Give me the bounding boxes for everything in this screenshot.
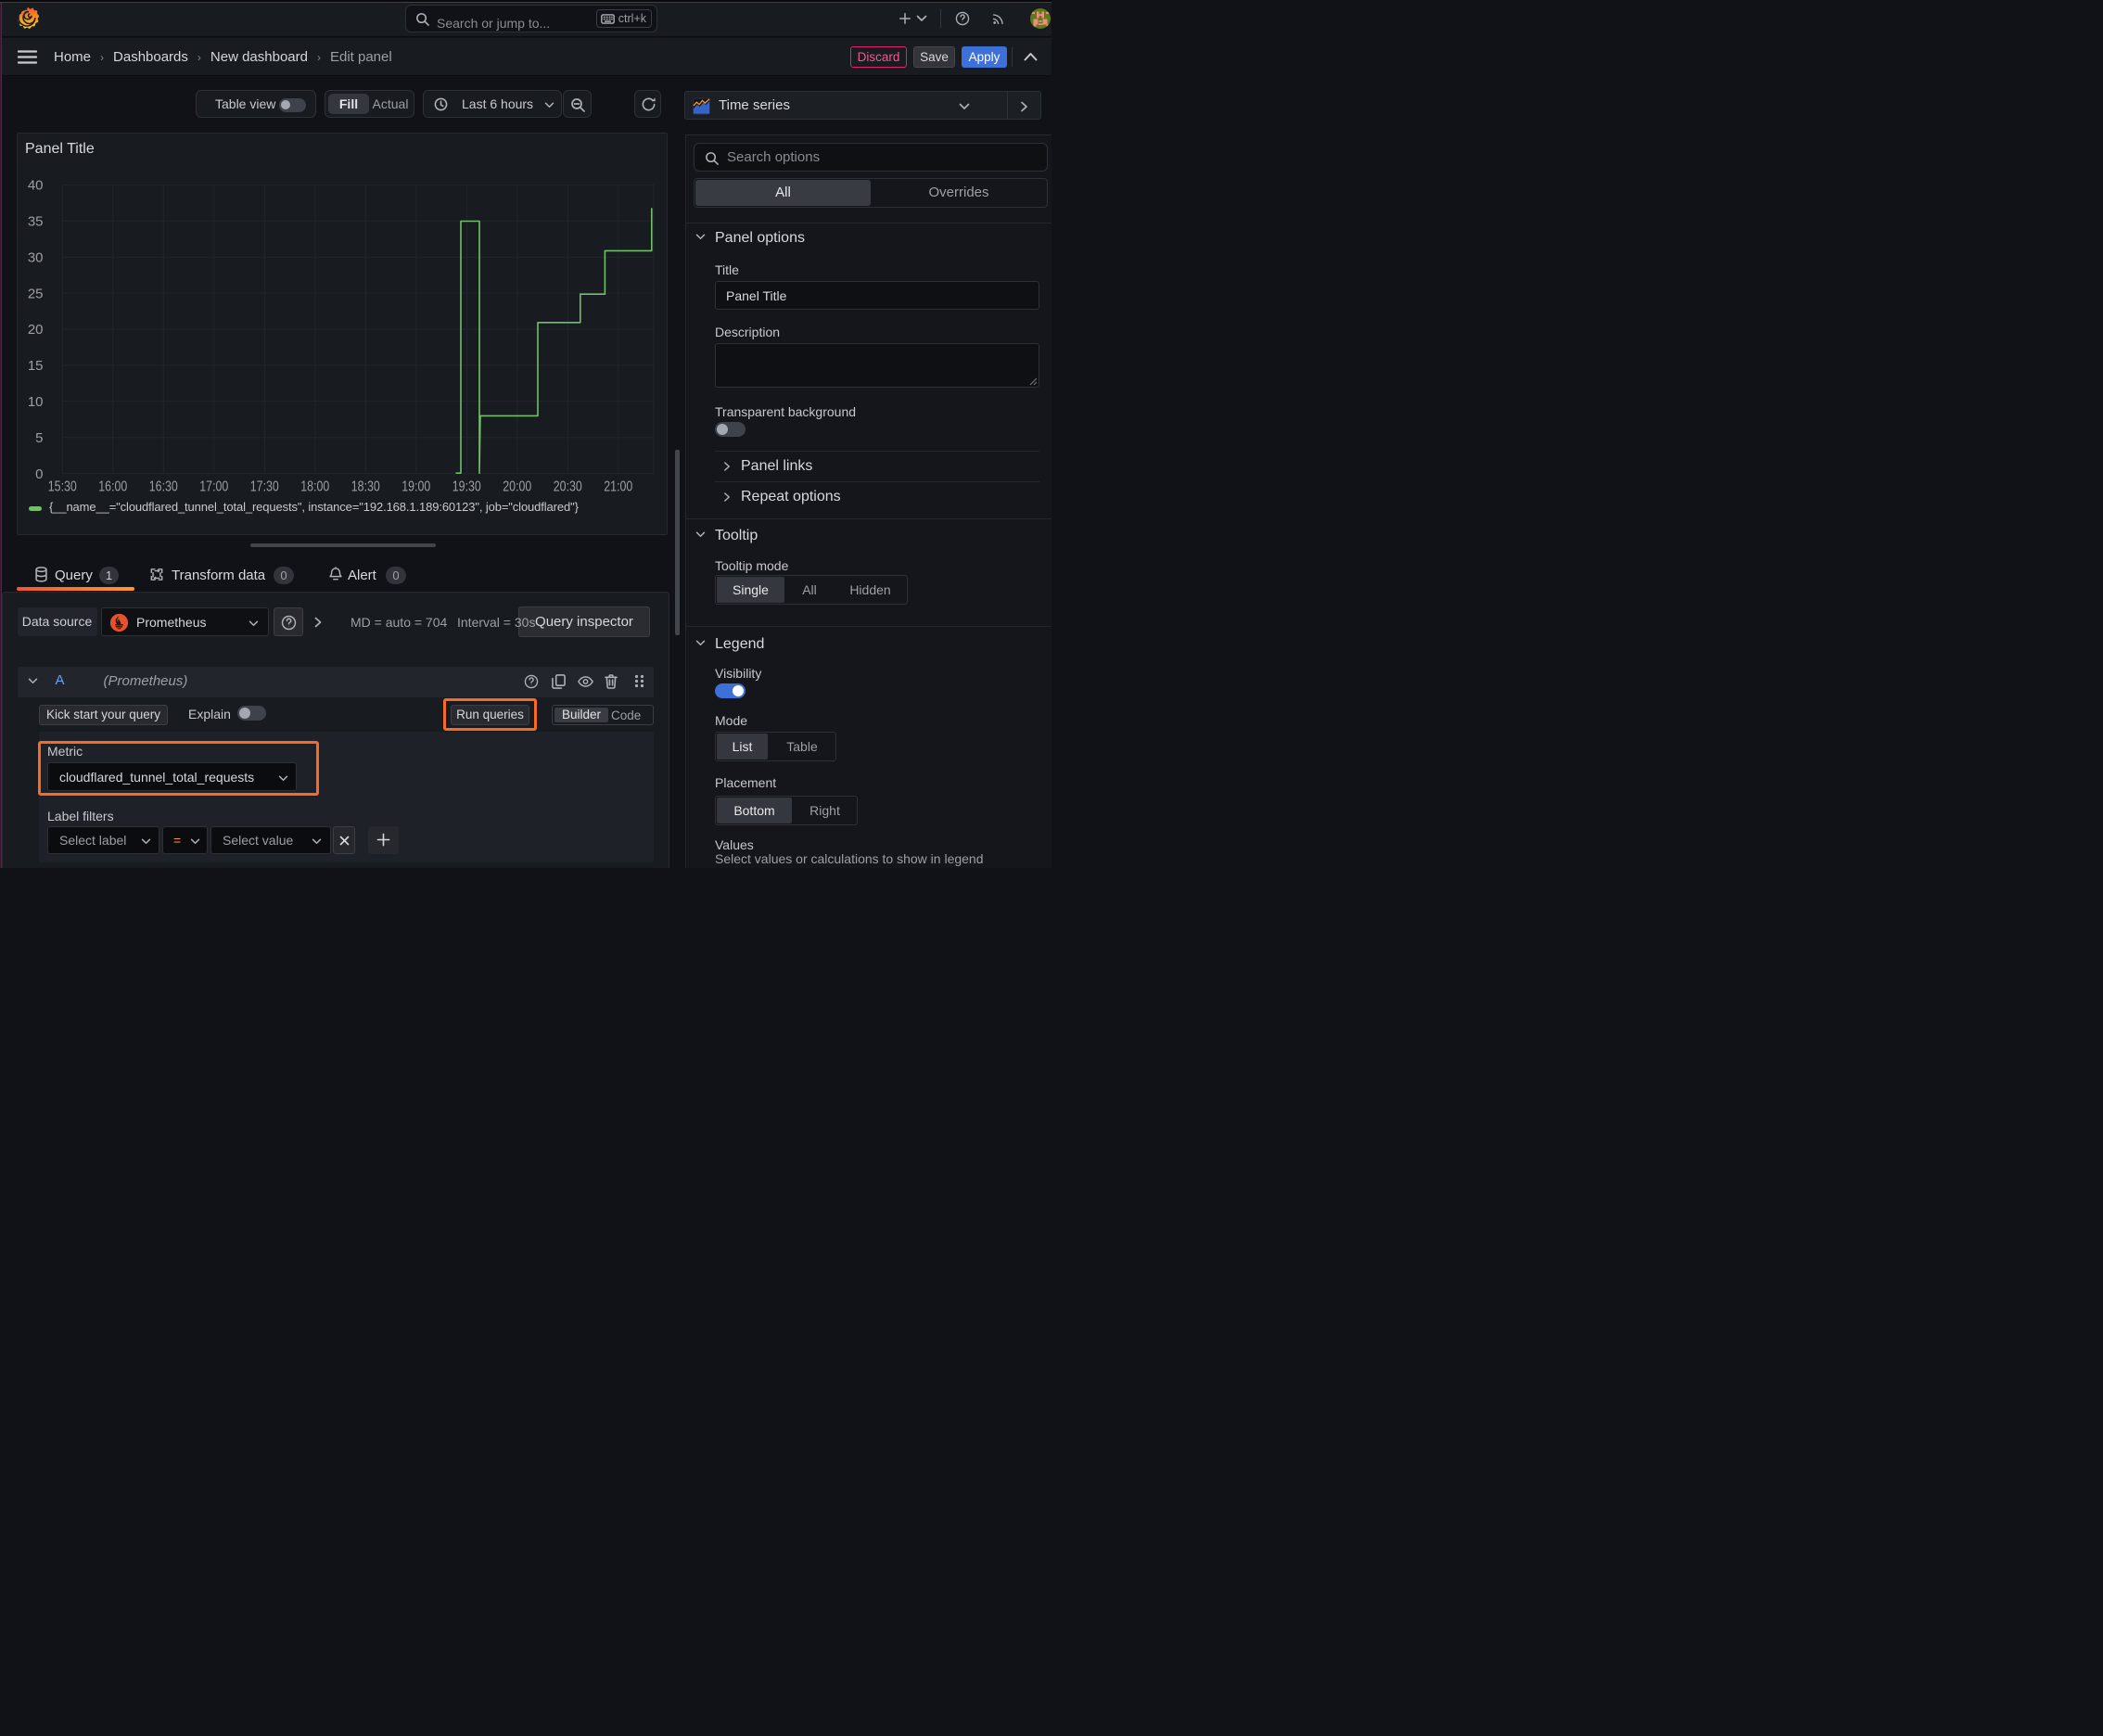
- svg-text:19:30: 19:30: [452, 479, 481, 495]
- svg-text:25: 25: [28, 286, 44, 301]
- svg-text:18:00: 18:00: [300, 479, 329, 495]
- svg-text:5: 5: [35, 430, 43, 446]
- svg-text:17:00: 17:00: [199, 479, 228, 495]
- svg-text:18:30: 18:30: [351, 479, 380, 495]
- svg-text:40: 40: [28, 178, 44, 194]
- svg-text:35: 35: [28, 214, 44, 230]
- svg-text:17:30: 17:30: [250, 479, 279, 495]
- svg-text:16:30: 16:30: [149, 479, 178, 495]
- svg-text:20:30: 20:30: [554, 479, 582, 495]
- svg-text:19:00: 19:00: [401, 479, 430, 495]
- svg-text:30: 30: [28, 249, 44, 265]
- svg-text:16:00: 16:00: [98, 479, 127, 495]
- svg-text:0: 0: [35, 466, 43, 482]
- svg-text:20: 20: [28, 322, 44, 338]
- svg-text:20:00: 20:00: [503, 479, 531, 495]
- svg-text:15: 15: [28, 358, 44, 374]
- svg-text:10: 10: [28, 394, 44, 410]
- svg-text:15:30: 15:30: [48, 479, 77, 495]
- svg-text:21:00: 21:00: [604, 479, 632, 495]
